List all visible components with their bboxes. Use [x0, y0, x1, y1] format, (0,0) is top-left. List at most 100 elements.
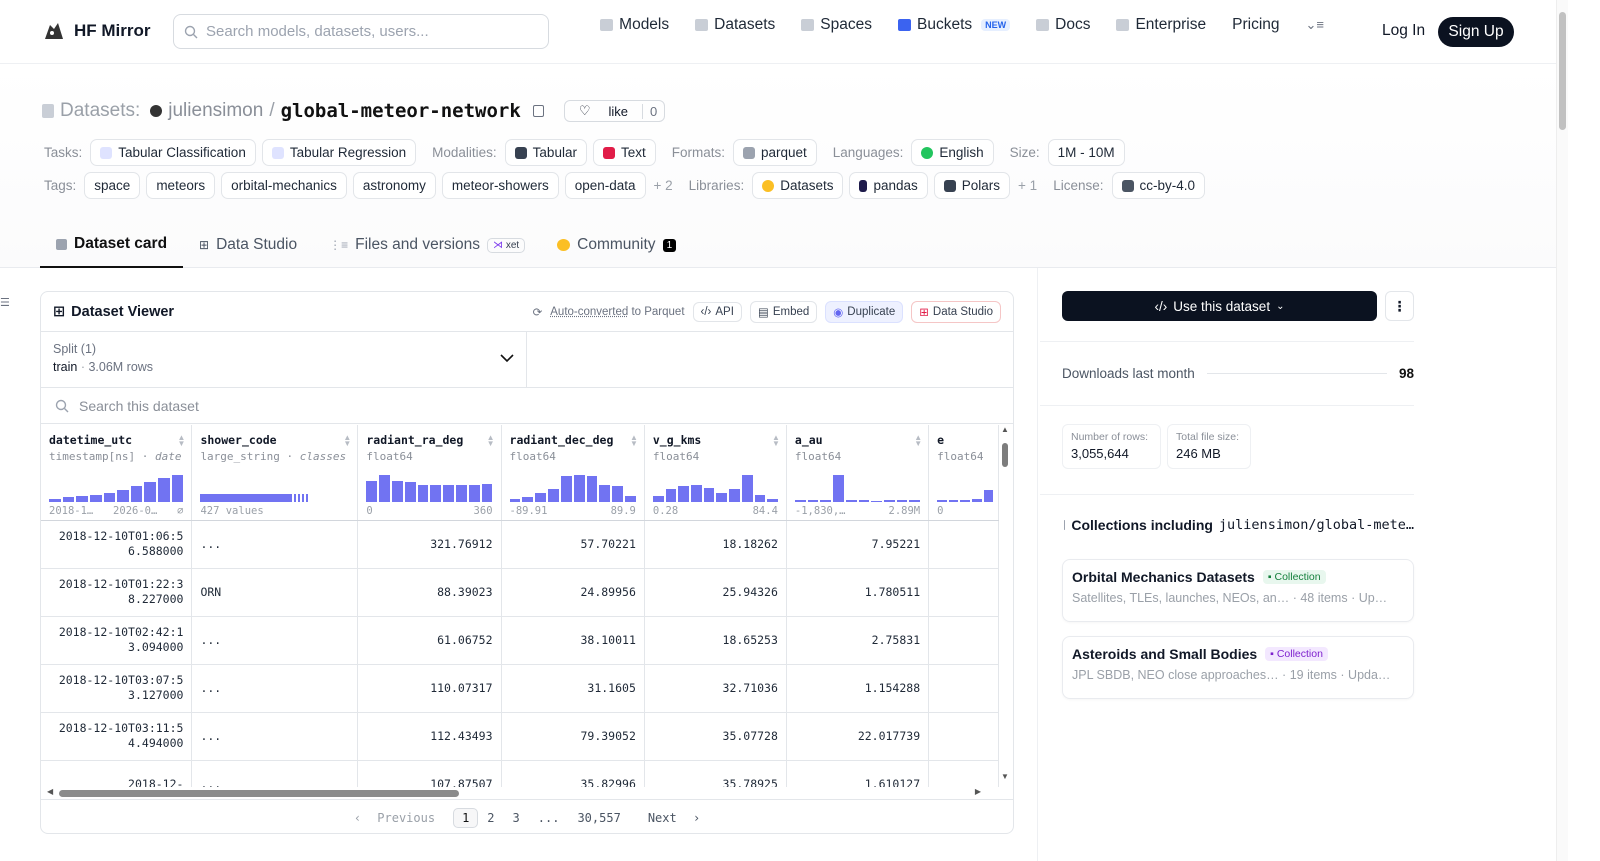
column-header[interactable]: shower_code large_string · classes ▲ ▼ 427 v… [191, 425, 359, 521]
table-cell[interactable] [928, 712, 999, 761]
class-distribution-bar[interactable] [302, 493, 305, 502]
page-button[interactable]: 1 [453, 807, 479, 828]
table-cell[interactable]: 1.610127 [786, 760, 930, 787]
nav-buckets[interactable]: Buckets NEW [898, 16, 1011, 34]
table-cell[interactable]: 18.65253 [644, 616, 787, 665]
page-scroll-thumb[interactable] [1559, 12, 1566, 130]
api-button[interactable]: ‹/› API [692, 301, 742, 322]
histogram-bar[interactable] [366, 480, 378, 502]
table-cell[interactable]: 2018-12- [41, 760, 193, 787]
histogram-bar[interactable] [833, 474, 844, 502]
table-cell[interactable]: 38.10011 [501, 616, 645, 665]
column-header[interactable]: radiant_ra_deg float64 ▲ ▼ 0 360 [357, 425, 502, 521]
histogram-bar[interactable] [171, 474, 184, 502]
histogram-bar[interactable] [586, 476, 598, 502]
duplicate-button[interactable]: ◉ Duplicate [825, 300, 904, 323]
page-scrollbar[interactable] [1556, 0, 1568, 861]
table-row[interactable]: 2018-12-10T01:22:38.227000 ORN 88.39023 24.… [41, 568, 999, 617]
task-chip[interactable]: Tabular Classification [90, 139, 256, 166]
column-histogram[interactable] [509, 474, 636, 502]
modality-chip[interactable]: Tabular [504, 139, 587, 166]
tags-more[interactable]: + 2 [654, 178, 673, 193]
library-chip[interactable]: pandas [849, 172, 928, 199]
table-cell[interactable]: 110.07317 [357, 664, 502, 713]
tab-community[interactable]: Community 1 [541, 222, 692, 268]
table-cell[interactable]: 107.87507 [357, 760, 502, 787]
size-chip[interactable]: 1M - 10M [1047, 139, 1125, 166]
table-cell[interactable]: 35.82996 [501, 760, 645, 787]
column-header[interactable]: a_au float64 ▲ ▼ -1,830,… 2.89M [786, 425, 930, 521]
histogram-bar[interactable] [896, 500, 908, 502]
table-cell[interactable]: 112.43493 [357, 712, 502, 761]
tag-chip[interactable]: astronomy [352, 172, 436, 199]
histogram-bar[interactable] [612, 486, 624, 502]
format-chip[interactable]: parquet [732, 139, 817, 166]
histogram-bar[interactable] [49, 498, 61, 502]
table-cell[interactable]: 2.75831 [786, 616, 930, 665]
grid-vertical-scroll-thumb[interactable] [1002, 443, 1008, 467]
histogram-bar[interactable] [89, 494, 102, 502]
table-cell[interactable]: 1.154288 [786, 664, 930, 713]
histogram-bar[interactable] [871, 500, 882, 502]
table-cell[interactable]: 57.70221 [501, 520, 645, 569]
histogram-bar[interactable] [130, 486, 143, 502]
license-chip[interactable]: cc-by-4.0 [1111, 172, 1206, 199]
table-cell[interactable]: 35.78925 [644, 760, 787, 787]
table-cell[interactable] [928, 520, 999, 569]
sort-icon[interactable]: ▲ ▼ [343, 434, 351, 448]
tag-chip[interactable]: orbital-mechanics [221, 172, 347, 199]
page-button[interactable]: 3 [504, 811, 529, 825]
histogram-bar[interactable] [652, 495, 664, 502]
table-row[interactable]: 2018-12-... 107.87507 35.82996 35.78925 1.61… [41, 760, 999, 787]
task-chip[interactable]: Tabular Regression [261, 139, 417, 166]
scroll-left-icon[interactable]: ◀ [47, 787, 53, 796]
modality-chip[interactable]: Text [592, 139, 656, 166]
histogram-bar[interactable] [62, 497, 75, 502]
histogram-bar[interactable] [909, 500, 921, 502]
table-row[interactable]: 2018-12-10T02:42:13.094000... 61.06752 38.… [41, 616, 999, 665]
table-cell[interactable]: 61.06752 [357, 616, 502, 665]
nav-enterprise[interactable]: Enterprise [1116, 16, 1206, 34]
histogram-bar[interactable] [754, 494, 766, 502]
collection-card[interactable]: Orbital Mechanics Datasets ▪ Collection S… [1062, 559, 1414, 622]
histogram-bar[interactable] [379, 474, 390, 502]
sort-icon[interactable]: ▲ ▼ [178, 434, 186, 448]
sort-icon[interactable]: ▲ ▼ [630, 434, 638, 448]
table-cell[interactable]: 22.017739 [786, 712, 930, 761]
nav-models[interactable]: Models [600, 16, 669, 34]
data-studio-button[interactable]: ⊞ Data Studio [911, 300, 1001, 323]
histogram-bar[interactable] [535, 493, 547, 502]
like-button[interactable]: ♡ like 0 [563, 100, 666, 122]
column-histogram[interactable] [49, 474, 184, 502]
signup-button[interactable]: Sign Up [1438, 17, 1514, 47]
login-link[interactable]: Log In [1382, 22, 1425, 40]
histogram-bar[interactable] [960, 500, 970, 502]
next-page-button[interactable]: Next › [630, 811, 709, 825]
table-cell[interactable] [928, 760, 999, 787]
table-row[interactable]: 2018-12-10T01:06:56.588000... 321.76912 57… [41, 520, 999, 569]
histogram-bar[interactable] [678, 486, 689, 502]
collection-card[interactable]: Asteroids and Small Bodies ▪ Collection J… [1062, 636, 1414, 699]
split-selector[interactable]: Split (1) train · 3.06M rows [41, 332, 527, 387]
histogram-bar[interactable] [509, 498, 521, 502]
table-cell[interactable]: 18.18262 [644, 520, 787, 569]
class-distribution-bar[interactable] [294, 493, 297, 502]
class-distribution-bar[interactable] [306, 493, 309, 502]
sort-icon[interactable]: ▲ ▼ [772, 434, 780, 448]
embed-button[interactable]: ▤ Embed [749, 300, 818, 323]
histogram-bar[interactable] [76, 495, 88, 502]
histogram-bar[interactable] [573, 474, 585, 502]
site-logo[interactable]: HF Mirror [42, 19, 151, 43]
histogram-bar[interactable] [690, 484, 702, 502]
use-this-dataset-button[interactable]: ‹/› Use this dataset ⌄ [1062, 291, 1377, 321]
library-chip[interactable]: Polars [933, 172, 1011, 199]
nav-pricing[interactable]: Pricing [1232, 16, 1279, 34]
auto-converted-link[interactable]: Auto-converted [550, 306, 628, 318]
histogram-bar[interactable] [117, 490, 129, 502]
libraries-more[interactable]: + 1 [1018, 178, 1037, 193]
histogram-bar[interactable] [144, 481, 157, 502]
histogram-bar[interactable] [883, 500, 895, 502]
table-cell[interactable]: ... [191, 616, 359, 665]
table-cell[interactable]: 2018-12-10T02:42:13.094000 [41, 616, 193, 665]
histogram-bar[interactable] [820, 500, 832, 502]
